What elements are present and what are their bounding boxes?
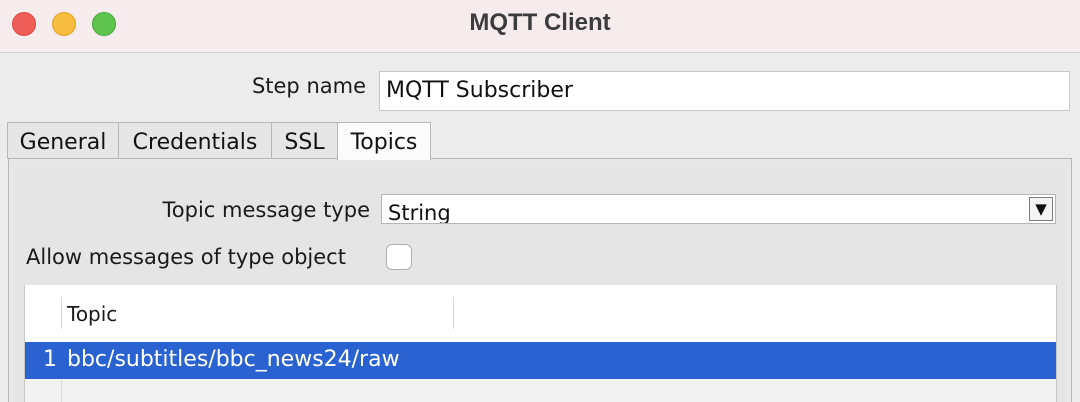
row-number-divider [61,379,62,402]
row-number: 1 [43,347,57,372]
topic-message-type-value: String [388,201,451,224]
table-row[interactable]: 1 bbc/subtitles/bbc_news24/raw [25,342,1056,379]
window-title: MQTT Client [469,9,611,36]
column-separator[interactable] [61,297,62,329]
step-name-label: Step name [251,74,366,98]
table-header: Topic [25,285,1056,342]
tab-general[interactable]: General [7,122,119,159]
tab-topics[interactable]: Topics [337,122,431,160]
column-separator[interactable] [453,297,454,329]
table-row-empty[interactable] [25,379,1056,402]
step-name-input[interactable]: MQTT Subscriber [379,71,1070,111]
topic-message-type-label: Topic message type [162,198,370,222]
tab-ssl[interactable]: SSL [271,122,338,159]
dropdown-arrow-icon[interactable]: ▼ [1029,197,1053,221]
allow-object-checkbox[interactable] [386,244,412,270]
topic-message-type-select[interactable]: String ▼ [381,194,1056,224]
tab-credentials[interactable]: Credentials [118,122,272,159]
topic-cell[interactable]: bbc/subtitles/bbc_news24/raw [67,347,400,372]
title-bar: MQTT Client [0,0,1080,53]
allow-object-label: Allow messages of type object [26,245,346,269]
topics-table: Topic 1 bbc/subtitles/bbc_news24/raw [24,285,1057,402]
column-header-topic[interactable]: Topic [67,302,117,326]
